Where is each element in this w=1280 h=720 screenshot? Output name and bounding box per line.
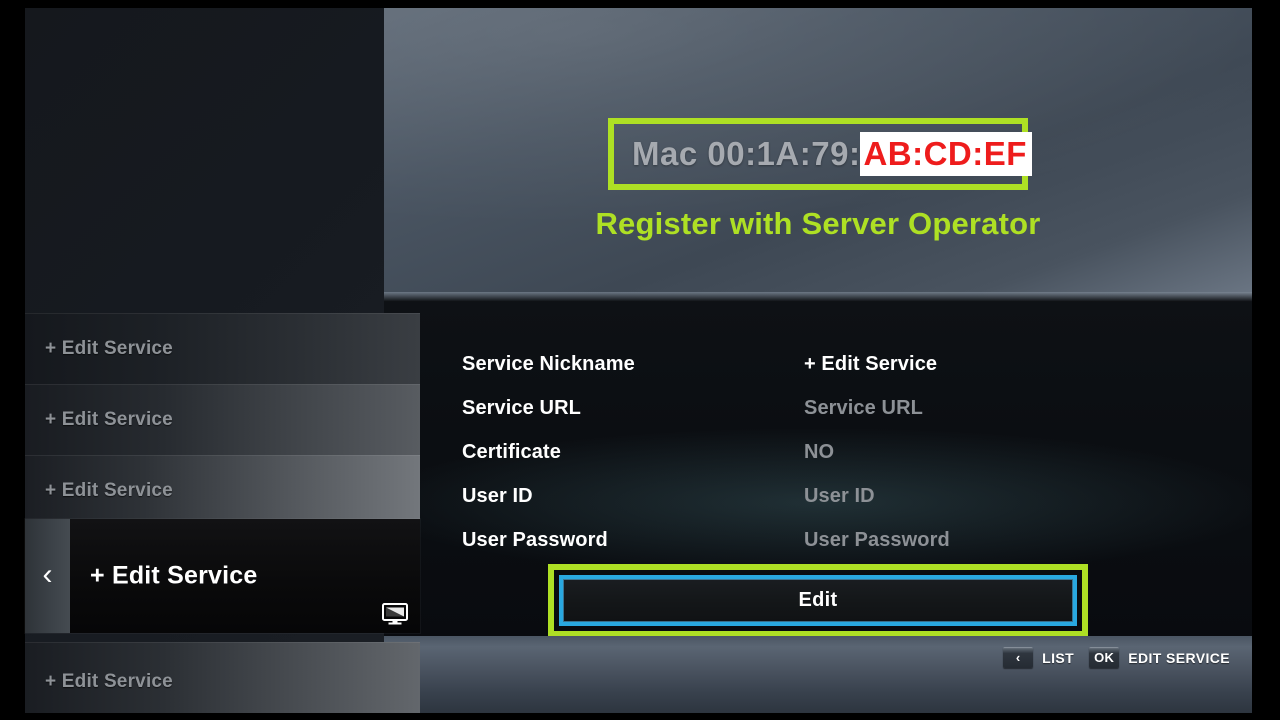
hero-area: Mac 00:1A:79:AB:CD:EF Register with Serv… <box>384 8 1252 302</box>
edit-button[interactable]: Edit <box>559 575 1077 626</box>
form-row[interactable]: Service URL Service URL <box>384 386 1252 430</box>
form-row[interactable]: User Password User Password <box>384 518 1252 562</box>
mac-address-annotation-box: Mac 00:1A:79:AB:CD:EF <box>608 118 1032 190</box>
form-row[interactable]: Certificate NO <box>384 430 1252 474</box>
monitor-icon <box>382 603 408 625</box>
field-label-user-password: User Password <box>462 528 608 551</box>
list-item-selected-label: + Edit Service <box>90 561 258 590</box>
list-item-label: + Edit Service <box>45 670 173 692</box>
field-label-certificate: Certificate <box>462 440 561 463</box>
field-label-user-id: User ID <box>462 484 533 507</box>
mac-address-text: Mac 00:1A:79:AB:CD:EF <box>632 132 1032 176</box>
list-item[interactable]: + Edit Service <box>25 642 420 713</box>
field-label-service-nickname: Service Nickname <box>462 352 635 375</box>
hint-key-back[interactable]: ‹ <box>1003 647 1034 668</box>
field-value-service-url[interactable]: Service URL <box>804 397 923 420</box>
form-row[interactable]: Service Nickname + Edit Service <box>384 342 1252 386</box>
list-item[interactable]: + Edit Service <box>25 313 420 384</box>
footer-hints: ‹ LIST OK EDIT SERVICE <box>1003 647 1236 668</box>
form-row[interactable]: User ID User ID <box>384 474 1252 518</box>
list-item[interactable]: + Edit Service <box>25 455 420 527</box>
list-item-label: + Edit Service <box>45 408 173 430</box>
service-form: Service Nickname + Edit Service Service … <box>384 302 1252 636</box>
mac-address-prefix: Mac 00:1A:79: <box>632 135 861 172</box>
back-button[interactable]: ‹ <box>25 519 70 633</box>
list-item[interactable]: + Edit Service <box>25 384 420 455</box>
field-label-service-url: Service URL <box>462 396 581 419</box>
hint-key-ok[interactable]: OK <box>1089 647 1120 668</box>
selected-row-body: + Edit Service <box>70 519 420 633</box>
list-item-selected[interactable]: ‹ + Edit Service <box>25 519 420 633</box>
mac-address-suffix-highlight: AB:CD:EF <box>860 132 1032 176</box>
list-item-label: + Edit Service <box>45 337 173 359</box>
tv-settings-screen: + Edit Service + Edit Service + Edit Ser… <box>0 0 1280 720</box>
chevron-left-icon: ‹ <box>42 558 53 591</box>
field-value-service-nickname[interactable]: + Edit Service <box>804 353 937 376</box>
field-value-user-id[interactable]: User ID <box>804 485 875 508</box>
hint-label-edit-service: EDIT SERVICE <box>1128 649 1230 666</box>
list-item-label: + Edit Service <box>45 480 173 501</box>
field-value-certificate[interactable]: NO <box>804 441 834 464</box>
detail-panel: Mac 00:1A:79:AB:CD:EF Register with Serv… <box>384 8 1252 713</box>
register-instruction-text: Register with Server Operator <box>595 206 1041 241</box>
edit-button-annotation-box: Edit <box>548 564 1088 636</box>
field-value-user-password[interactable]: User Password <box>804 529 950 552</box>
hint-label-list: LIST <box>1042 649 1075 666</box>
footer-hint-bar: ‹ LIST OK EDIT SERVICE <box>384 636 1252 713</box>
